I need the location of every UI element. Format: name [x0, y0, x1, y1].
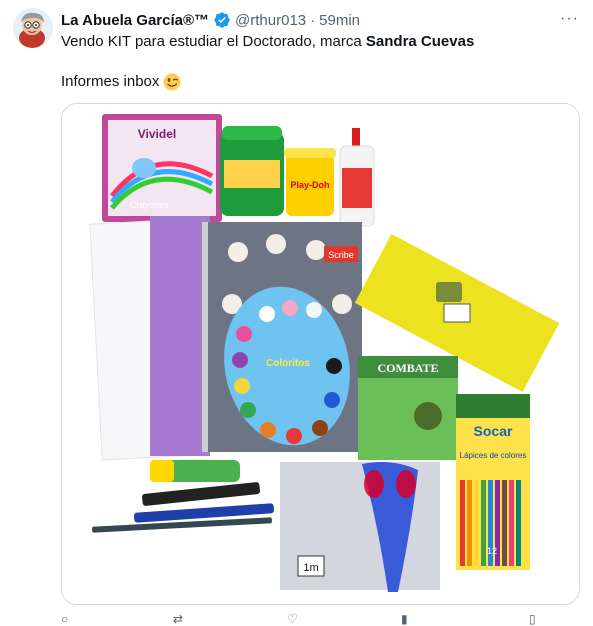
bookmark-icon[interactable]: ▯ — [529, 612, 536, 626]
like-icon[interactable]: ♡ — [287, 612, 298, 626]
green-paint-jar — [220, 126, 284, 216]
avatar[interactable] — [13, 8, 53, 48]
tweet-line2-text: Informes inbox — [61, 73, 160, 90]
handle[interactable]: @rthur013 — [235, 12, 306, 29]
colored-pencils-box: Socar Lápices de colores 12 — [456, 394, 530, 570]
more-options-icon[interactable]: ··· — [560, 10, 579, 28]
action-bar: ○ ⇄ ♡ ▮ ▯ — [61, 612, 578, 626]
twelve-label: 12 — [487, 546, 497, 556]
tweet-media-image[interactable]: Vividel Crayones Play-Doh Scribe Colorit… — [61, 103, 580, 605]
avatar-illustration — [13, 8, 53, 48]
tweet-header: La Abuela García®™ @rthur013 · 59min — [61, 10, 581, 30]
verified-badge-icon — [214, 12, 230, 28]
play-doh-tub: Play-Doh — [284, 148, 336, 216]
retweet-icon[interactable]: ⇄ — [173, 612, 183, 626]
tweet-text: Vendo KIT para estudiar el Doctorado, ma… — [61, 32, 581, 52]
views-icon[interactable]: ▮ — [401, 612, 408, 626]
tweet-text-prefix: Vendo KIT para estudiar el Doctorado, ma… — [61, 33, 366, 50]
scribe-label: Scribe — [328, 250, 354, 260]
combate-crayon-box: COMBATE — [358, 356, 458, 460]
socar-label: Socar — [474, 423, 513, 439]
reply-icon[interactable]: ○ — [61, 612, 68, 626]
playdoh-label: Play-Doh — [290, 180, 329, 190]
lapices-label: Lápices de colores — [460, 451, 527, 460]
timestamp[interactable]: 59min — [319, 12, 360, 29]
coloritos-label: Coloritos — [266, 358, 310, 369]
separator-dot: · — [310, 11, 316, 29]
display-name[interactable]: La Abuela García®™ — [61, 12, 209, 29]
vividel-label: Vividel — [138, 127, 176, 141]
purple-notebook — [150, 216, 210, 456]
crayon-box: Vividel Crayones — [102, 114, 222, 222]
tweet-text-bold[interactable]: Sandra Cuevas — [366, 33, 474, 50]
combate-label: COMBATE — [377, 361, 438, 375]
crayones-label: Crayones — [130, 200, 169, 210]
tweet: La Abuela García®™ @rthur013 · 59min ···… — [0, 0, 593, 626]
wink-emoji-icon — [163, 73, 181, 91]
school-supplies-photo: Vividel Crayones Play-Doh Scribe Colorit… — [62, 104, 579, 604]
one-meter-label: 1m — [303, 562, 318, 574]
tweet-text-line2: Informes inbox — [61, 72, 181, 92]
